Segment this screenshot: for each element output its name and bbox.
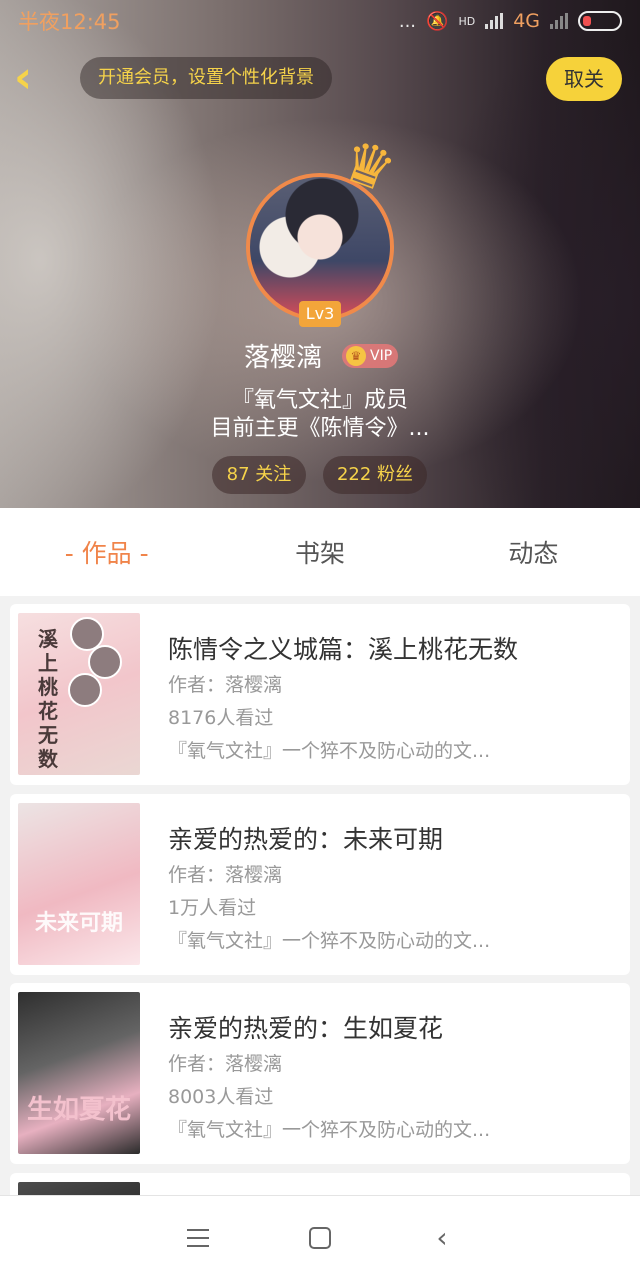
- vip-crown-icon: ♛: [346, 346, 366, 366]
- cover-title: 溪上桃花无数: [38, 627, 58, 771]
- bio-line-2: 目前主更《陈情令》...: [210, 416, 430, 441]
- chevron-left-icon: ‹: [14, 52, 33, 103]
- list-item[interactable]: 未来可期 亲爱的热爱的：未来可期 作者：落樱漓 1万人看过 『氧气文社』一个猝不…: [10, 794, 630, 975]
- more-dots-icon: ...: [398, 10, 417, 32]
- system-nav-bar: ‹: [0, 1195, 640, 1280]
- status-time: 半夜12:45: [18, 10, 121, 34]
- book-cover: 未来可期: [18, 803, 140, 965]
- cover-title: 生如夏花: [26, 1095, 131, 1125]
- book-desc: 『氧气文社』一个猝不及防心动的文...: [168, 930, 491, 952]
- list-item[interactable]: 生如夏花 亲爱的热爱的：生如夏花 作者：落樱漓 8003人看过 『氧气文社』一个…: [10, 983, 630, 1164]
- avatar-container[interactable]: ♛: [246, 125, 405, 321]
- menu-icon[interactable]: [180, 1220, 216, 1256]
- book-author: 作者：落樱漓: [168, 1053, 283, 1075]
- network-label: 4G: [513, 10, 540, 32]
- profile-header: 半夜12:45 ... 🔕 HD 4G ‹ 开通会员，设置个性化背景 取关 ♛ …: [0, 0, 640, 508]
- tab-bar: - 作品 - 书架 动态: [0, 508, 640, 596]
- tab-works[interactable]: - 作品 -: [0, 534, 213, 570]
- followers-count[interactable]: 222 粉丝: [323, 456, 427, 494]
- book-views: 8176人看过: [168, 707, 274, 729]
- tab-activity[interactable]: 动态: [427, 534, 640, 570]
- list-item[interactable]: 溪上桃花无数 陈情令之义城篇：溪上桃花无数 作者：落樱漓 8176人看过 『氧气…: [10, 604, 630, 785]
- vip-label: VIP: [370, 348, 393, 364]
- signal-2-icon: [550, 13, 568, 29]
- book-views: 1万人看过: [168, 897, 257, 919]
- book-author: 作者：落樱漓: [168, 674, 283, 696]
- vip-badge[interactable]: ♛ VIP: [342, 344, 399, 368]
- book-views: 8003人看过: [168, 1086, 274, 1108]
- mute-bell-icon: 🔕: [426, 10, 449, 32]
- level-badge: Lv3: [299, 301, 341, 327]
- status-icons: ... 🔕 HD 4G: [399, 10, 622, 32]
- book-cover: 生如夏花: [18, 992, 140, 1154]
- hd-label: HD: [458, 14, 476, 28]
- book-cover: 溪上桃花无数: [18, 613, 140, 775]
- battery-icon: [578, 11, 622, 31]
- back-button[interactable]: ‹: [14, 56, 54, 100]
- home-icon[interactable]: [302, 1220, 338, 1256]
- book-author: 作者：落樱漓: [168, 864, 283, 886]
- following-count[interactable]: 87 关注: [212, 456, 306, 494]
- unfollow-button[interactable]: 取关: [546, 57, 622, 101]
- bio-line-1: 『氧气文社』成员: [231, 388, 408, 413]
- tab-bookshelf[interactable]: 书架: [213, 534, 426, 570]
- status-bar: 半夜12:45 ... 🔕 HD 4G: [0, 0, 640, 42]
- bio: 『氧气文社』成员 目前主更《陈情令》...: [0, 387, 640, 443]
- book-desc: 『氧气文社』一个猝不及防心动的文...: [168, 1119, 491, 1141]
- username: 落樱漓: [244, 343, 323, 373]
- book-title: 亲爱的热爱的：未来可期: [168, 825, 444, 854]
- book-title: 陈情令之义城篇：溪上桃花无数: [168, 635, 519, 664]
- cover-title: 未来可期: [34, 911, 123, 936]
- book-desc: 『氧气文社』一个猝不及防心动的文...: [168, 740, 491, 762]
- book-title: 亲爱的热爱的：生如夏花: [168, 1014, 444, 1043]
- signal-icon: [485, 13, 504, 29]
- back-icon[interactable]: ‹: [424, 1220, 460, 1256]
- member-tip[interactable]: 开通会员，设置个性化背景: [80, 57, 332, 99]
